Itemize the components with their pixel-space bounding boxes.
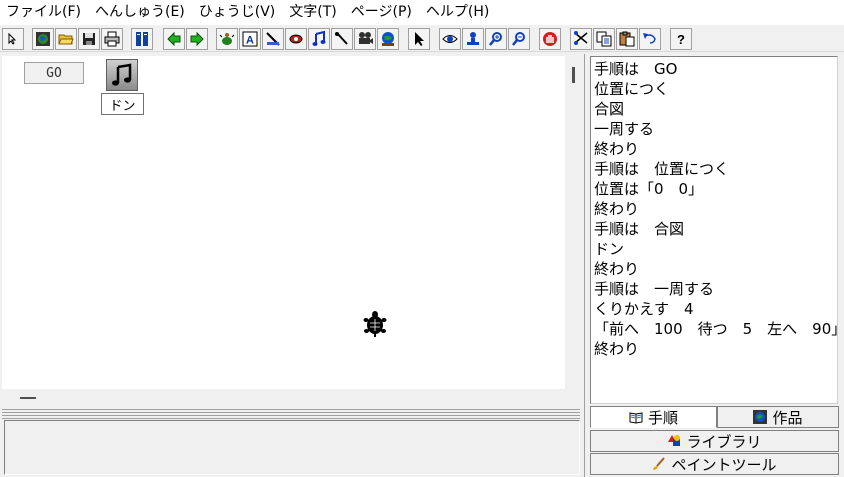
copy-icon[interactable] — [593, 28, 615, 50]
menu-help[interactable]: ヘルプ(H) — [419, 0, 496, 25]
vertical-scroll-thumb[interactable] — [572, 67, 575, 83]
sound-label: ドン — [101, 93, 144, 115]
help-label: ? — [677, 31, 685, 47]
script-line: 手順は GO — [594, 60, 678, 78]
globe-stamp-icon[interactable] — [377, 28, 399, 50]
toolbar: A ? — [0, 26, 844, 52]
tab-paint-tool[interactable]: ペイントツール — [590, 453, 839, 475]
globe-icon — [753, 410, 768, 424]
script-line: 一周する — [594, 120, 655, 138]
turtle-icon[interactable] — [363, 311, 387, 337]
canvas-vertical-scrollbar[interactable] — [565, 56, 582, 389]
undo-icon[interactable] — [639, 28, 661, 50]
print-icon[interactable] — [101, 28, 123, 50]
globe-icon[interactable] — [32, 28, 54, 50]
camera-icon[interactable] — [354, 28, 376, 50]
horizontal-scroll-thumb[interactable] — [20, 397, 36, 399]
script-line: くりかえす 4 — [594, 300, 694, 318]
canvas-horizontal-scrollbar[interactable] — [2, 389, 582, 407]
pane-splitter[interactable] — [2, 407, 580, 419]
slider-tool-icon[interactable] — [262, 28, 284, 50]
message-panel — [4, 420, 580, 475]
script-line: 終わり — [594, 340, 640, 358]
script-line: 終わり — [594, 260, 640, 278]
script-line: 位置につく — [594, 80, 670, 98]
script-line: ドン — [594, 240, 625, 258]
script-line: 終わり — [594, 200, 640, 218]
script-line: 手順は 位置につく — [594, 160, 730, 178]
menu-file[interactable]: ファイル(F) — [0, 0, 88, 25]
tab-procedures-label: 手順 — [647, 408, 678, 427]
tab-paint-tool-label: ペイントツール — [671, 455, 777, 474]
shape-tool-icon[interactable] — [285, 28, 307, 50]
tab-works-label: 作品 — [772, 408, 803, 427]
script-line: 手順は 合図 — [594, 220, 685, 238]
back-arrow-icon[interactable] — [163, 28, 185, 50]
zoom-in-icon[interactable] — [485, 28, 507, 50]
eye-icon[interactable] — [439, 28, 461, 50]
script-line: 手順は 一周する — [594, 280, 715, 298]
pages-icon[interactable] — [131, 28, 153, 50]
help-icon[interactable]: ? — [670, 28, 692, 50]
tab-works[interactable]: 作品 — [717, 406, 839, 428]
menu-page[interactable]: ページ(P) — [344, 0, 419, 25]
script-line: 「前へ 100 待つ 5 左へ 90」 — [594, 320, 844, 338]
tab-library-label: ライブラリ — [686, 432, 762, 451]
vertical-splitter[interactable] — [584, 54, 587, 477]
paste-icon[interactable] — [616, 28, 638, 50]
pointer-small-icon[interactable] — [2, 28, 24, 50]
open-folder-icon[interactable] — [55, 28, 77, 50]
turtle-canvas[interactable]: GO ドン — [2, 56, 565, 389]
svg-text:A: A — [246, 35, 254, 47]
zoom-out-icon[interactable] — [508, 28, 530, 50]
music-note-icon[interactable] — [308, 28, 330, 50]
menu-text[interactable]: 文字(T) — [282, 0, 343, 25]
tab-procedures[interactable]: 手順 — [590, 406, 717, 428]
menu-edit[interactable]: へんしゅう(E) — [88, 0, 192, 25]
paintbrush-icon — [653, 457, 666, 470]
text-box-icon[interactable]: A — [239, 28, 261, 50]
shapes-icon — [668, 435, 681, 446]
save-icon[interactable] — [78, 28, 100, 50]
new-turtle-icon[interactable] — [216, 28, 238, 50]
tab-library[interactable]: ライブラリ — [590, 430, 839, 452]
forward-arrow-icon[interactable] — [186, 28, 208, 50]
procedure-editor[interactable]: 手順は GO 位置につく 合図 一周する 終わり 手順は 位置につく 位置は「0… — [590, 56, 844, 404]
script-line: 位置は「0 0」 — [594, 180, 704, 198]
stop-hand-icon[interactable] — [539, 28, 561, 50]
pen-tool-icon[interactable] — [331, 28, 353, 50]
cut-icon[interactable] — [570, 28, 592, 50]
script-line: 合図 — [594, 100, 625, 118]
open-book-icon — [629, 412, 643, 424]
go-button[interactable]: GO — [24, 62, 84, 84]
select-arrow-icon[interactable] — [408, 28, 430, 50]
menu-view[interactable]: ひょうじ(V) — [192, 0, 283, 25]
sound-music-note-icon[interactable] — [106, 59, 138, 91]
menu-bar: ファイル(F) へんしゅう(E) ひょうじ(V) 文字(T) ページ(P) ヘル… — [0, 0, 844, 25]
stamp-icon[interactable] — [462, 28, 484, 50]
script-line: 終わり — [594, 140, 640, 158]
